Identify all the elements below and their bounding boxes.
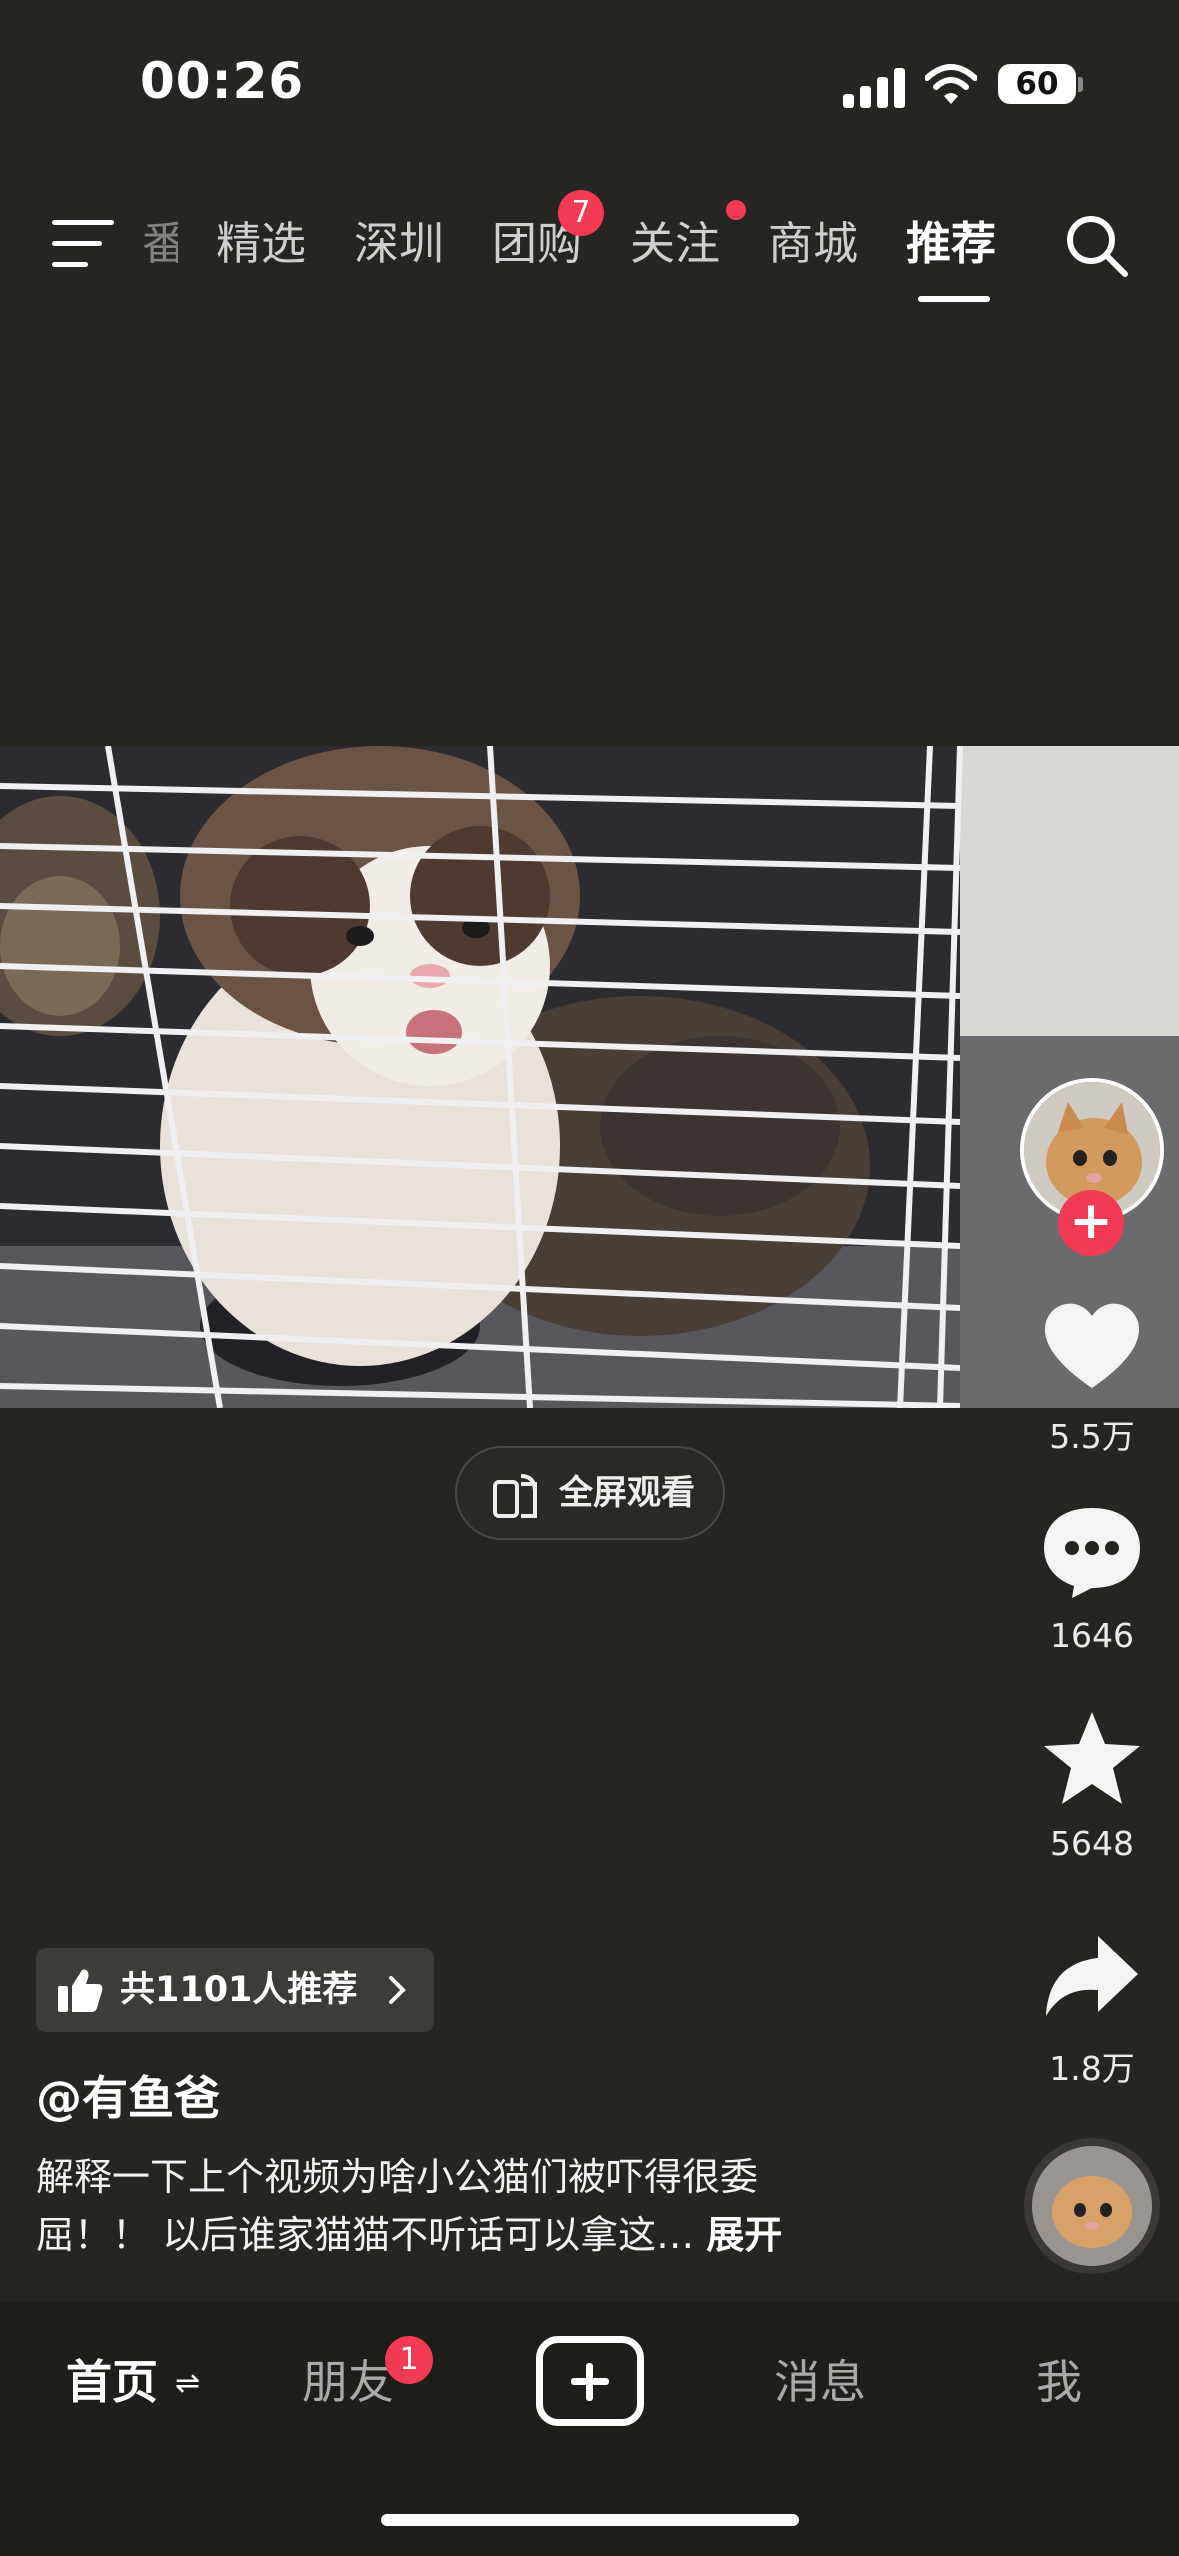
wifi-icon (925, 64, 977, 104)
cellular-signal-icon (843, 64, 905, 108)
tab-messages[interactable]: 消息 (774, 2350, 866, 2414)
friends-badge: 1 (385, 2336, 433, 2384)
music-disc[interactable] (1024, 2138, 1160, 2274)
description-line-1: 解释一下上个视频为啥小公猫们被吓得很委 (36, 2155, 759, 2199)
following-notification-dot (726, 200, 746, 220)
home-indicator (381, 2514, 799, 2526)
comment-icon[interactable] (1038, 1500, 1146, 1600)
tab-shenzhen[interactable]: 深圳 (354, 212, 444, 276)
video-player[interactable] (0, 746, 1179, 1408)
active-tab-indicator (918, 296, 990, 302)
description-line-2-text: 屈！！ 以后谁家猫猫不听话可以拿这… (36, 2213, 695, 2257)
tab-following[interactable]: 关注 (630, 212, 720, 276)
favorite-count: 5648 (1050, 1824, 1134, 1863)
publish-plus-button[interactable] (536, 2336, 644, 2426)
chevron-right-icon (389, 1976, 406, 2004)
follow-button[interactable]: + (1058, 1190, 1124, 1256)
tab-mall[interactable]: 商城 (768, 212, 858, 276)
switch-arrows-icon: ⇌ (175, 2366, 201, 2401)
expand-button[interactable]: 展开 (706, 2213, 782, 2257)
favorite-star-icon[interactable] (1038, 1708, 1146, 1808)
like-count: 5.5万 (1049, 1417, 1135, 1456)
tab-me[interactable]: 我 (1036, 2350, 1082, 2414)
like-heart-icon[interactable] (1038, 1296, 1146, 1396)
share-count: 1.8万 (1049, 2049, 1135, 2088)
share-arrow-icon[interactable] (1038, 1926, 1146, 2026)
recommend-text: 共1101人推荐 (120, 1970, 358, 2010)
comment-count: 1646 (1050, 1616, 1134, 1655)
music-cover-image (1032, 2146, 1152, 2266)
tab-featured[interactable]: 精选 (216, 212, 306, 276)
tab-home[interactable]: 首页 (66, 2350, 158, 2414)
fullscreen-button[interactable]: 全屏观看 (455, 1446, 725, 1540)
tab-partial[interactable]: 番 (142, 212, 178, 276)
author-name[interactable]: @有鱼爸 (36, 2062, 220, 2128)
recommend-chip[interactable]: 共1101人推荐 (36, 1948, 434, 2032)
battery-tip (1078, 77, 1083, 92)
rotate-fullscreen-icon (493, 1474, 537, 1518)
description-line-2: 屈！！ 以后谁家猫猫不听话可以拿这… 展开 (36, 2206, 986, 2264)
fullscreen-label: 全屏观看 (559, 1473, 695, 1513)
tab-recommend[interactable]: 推荐 (906, 212, 996, 276)
search-icon[interactable] (1063, 212, 1129, 278)
tab-friends[interactable]: 朋友 (302, 2350, 394, 2414)
group-buy-badge: 7 (558, 190, 604, 236)
thumbs-up-icon (58, 1969, 103, 2012)
menu-icon[interactable] (52, 220, 114, 268)
post-description: 解释一下上个视频为啥小公猫们被吓得很委 屈！！ 以后谁家猫猫不听话可以拿这… 展… (36, 2148, 986, 2264)
battery-indicator: 60 (998, 64, 1076, 104)
status-time: 00:26 (140, 52, 305, 110)
